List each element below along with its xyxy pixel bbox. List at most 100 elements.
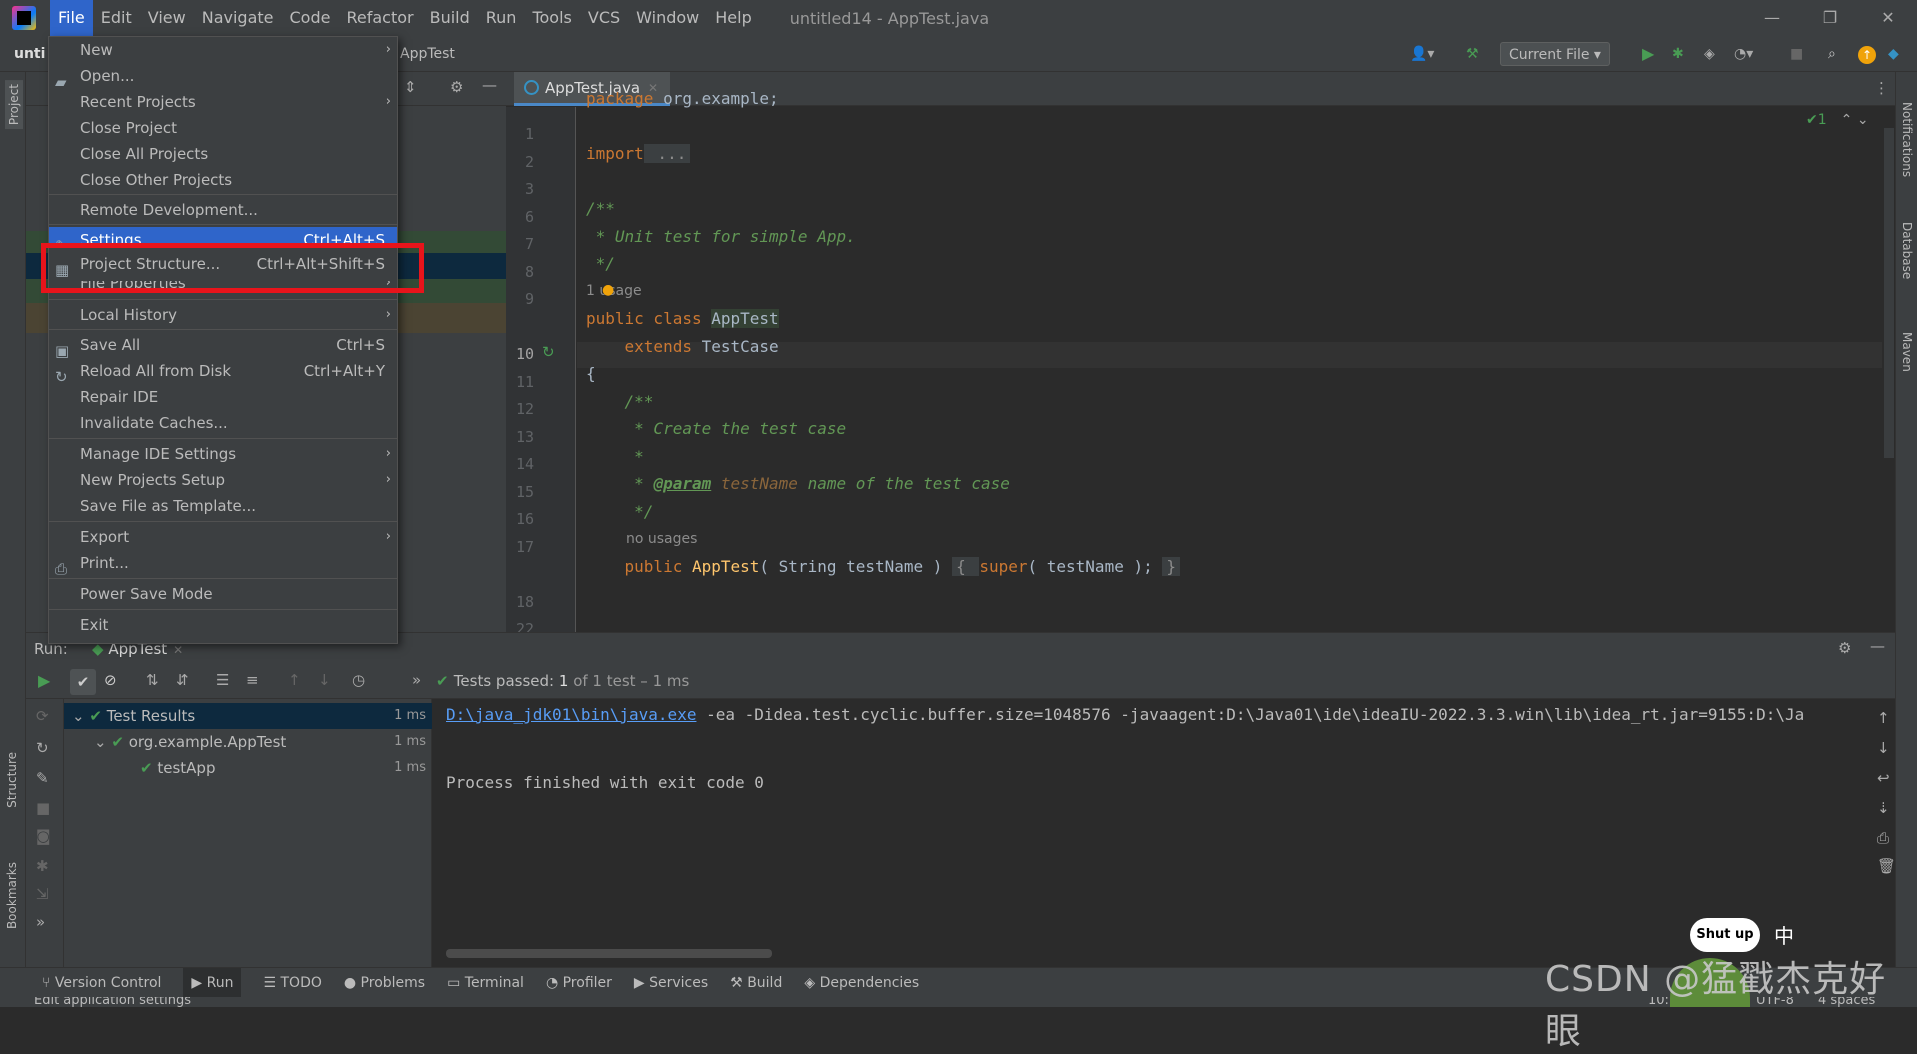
bulb-icon[interactable]: ●: [602, 282, 614, 298]
tool-todo[interactable]: ☰ TODO: [263, 975, 321, 991]
stop-icon[interactable]: ■: [36, 799, 50, 817]
database-tool-tab[interactable]: Database: [1900, 222, 1914, 279]
maven-tool-tab[interactable]: Maven: [1900, 332, 1914, 372]
menu-item-remote-development[interactable]: Remote Development...: [49, 197, 397, 223]
expand-icon[interactable]: ⌄: [94, 733, 107, 751]
menu-run[interactable]: Run: [478, 0, 525, 36]
tool-dependencies[interactable]: ◈ Dependencies: [804, 975, 919, 991]
stop-icon[interactable]: ■: [1790, 36, 1803, 72]
menu-refactor[interactable]: Refactor: [338, 0, 421, 36]
menu-item-export[interactable]: Export ›: [49, 524, 397, 550]
menu-item-new[interactable]: New ›: [49, 37, 397, 63]
user-icon[interactable]: 👤▾: [1410, 36, 1434, 72]
scroll-down-icon[interactable]: ↓: [1877, 739, 1890, 757]
scroll-to-end-icon[interactable]: ⇣: [1877, 799, 1890, 817]
tool-version-control[interactable]: ⑂ Version Control: [42, 975, 161, 991]
inspection-widget[interactable]: ✔1 ⌃ ⌄: [1806, 112, 1869, 128]
menu-item-close-other-projects[interactable]: Close Other Projects: [49, 167, 397, 193]
build-hammer-icon[interactable]: ⚒: [1466, 36, 1479, 72]
collapse-icon[interactable]: ⇕: [404, 78, 417, 96]
menu-item-print[interactable]: ⎙ Print...: [49, 550, 397, 578]
toggle-auto-test-icon[interactable]: ↻: [36, 739, 49, 757]
menu-code[interactable]: Code: [282, 0, 339, 36]
jetbrains-icon[interactable]: ◆: [1888, 36, 1899, 72]
menu-item-invalidate-caches[interactable]: Invalidate Caches...: [49, 410, 397, 436]
camera-icon[interactable]: ◙: [36, 827, 51, 845]
tree-row-test-class[interactable]: ⌄ ✔ org.example.AppTest 1 ms: [64, 729, 432, 755]
structure-tool-tab[interactable]: Structure: [5, 752, 19, 808]
hide-panel-icon[interactable]: —: [1870, 637, 1885, 655]
close-window-button[interactable]: ✕: [1859, 0, 1917, 36]
menu-item-save-as-template[interactable]: Save File as Template...: [49, 493, 397, 519]
restore-button[interactable]: ❐: [1801, 0, 1859, 36]
hide-panel-icon[interactable]: —: [482, 76, 497, 94]
project-crumb[interactable]: unti: [14, 36, 45, 72]
tool-terminal[interactable]: ▭ Terminal: [447, 975, 524, 991]
search-icon[interactable]: ⌕: [1828, 36, 1836, 72]
show-passed-icon[interactable]: ✔: [70, 669, 96, 695]
coverage-icon[interactable]: ◈: [1704, 36, 1715, 72]
menu-item-save-all[interactable]: ▣ Save All Ctrl+S: [49, 332, 397, 360]
notifications-tool-tab[interactable]: Notifications: [1900, 102, 1914, 177]
printer-icon[interactable]: ⎙: [1877, 829, 1889, 847]
more-options-icon[interactable]: ⋮: [1874, 79, 1889, 97]
soft-wrap-icon[interactable]: ↩: [1877, 769, 1890, 787]
menu-view[interactable]: View: [140, 0, 194, 36]
menu-item-new-projects-setup[interactable]: New Projects Setup ›: [49, 467, 397, 493]
gear-icon[interactable]: ⚙: [1838, 639, 1851, 657]
update-icon[interactable]: ↑: [1858, 46, 1876, 64]
rerun-icon[interactable]: ▶: [38, 671, 50, 690]
project-tool-tab[interactable]: Project: [5, 80, 23, 130]
collapse-all-icon[interactable]: ≡: [246, 671, 259, 689]
menu-edit[interactable]: Edit: [93, 0, 140, 36]
scroll-up-icon[interactable]: ↑: [1877, 709, 1890, 727]
menu-item-local-history[interactable]: Local History ›: [49, 302, 397, 328]
editor-scrollbar[interactable]: [1884, 128, 1894, 458]
debug-icon[interactable]: ✱: [1672, 36, 1684, 72]
console-h-scrollbar[interactable]: [446, 949, 772, 958]
gear-icon[interactable]: ⚙: [450, 78, 463, 96]
menu-item-recent-projects[interactable]: Recent Projects ›: [49, 89, 397, 115]
tool-build[interactable]: ⚒ Build: [730, 975, 782, 991]
run-icon[interactable]: ▶: [1642, 36, 1654, 72]
menu-build[interactable]: Build: [422, 0, 478, 36]
intellij-logo-icon[interactable]: [12, 6, 36, 30]
no-usages-hint[interactable]: no usages: [626, 531, 697, 547]
menu-file[interactable]: File: [50, 0, 93, 36]
java-exe-link[interactable]: D:\java_jdk01\bin\java.exe: [446, 705, 696, 724]
menu-vcs[interactable]: VCS: [580, 0, 628, 36]
next-failed-icon[interactable]: ↓: [318, 671, 331, 689]
rerun-failed-icon[interactable]: ⟳: [36, 707, 49, 725]
sort-duration-icon[interactable]: ⇵: [176, 671, 189, 689]
tool-problems[interactable]: ● Problems: [344, 975, 425, 991]
run-gutter-icon[interactable]: ↻: [542, 343, 555, 361]
show-ignored-icon[interactable]: ⊘: [104, 671, 117, 689]
trash-icon[interactable]: 🗑: [1877, 857, 1896, 875]
menu-help[interactable]: Help: [707, 0, 759, 36]
more-icon[interactable]: »: [412, 671, 421, 689]
menu-tools[interactable]: Tools: [524, 0, 579, 36]
expand-all-icon[interactable]: ☰: [216, 671, 229, 689]
menu-item-close-project[interactable]: Close Project: [49, 115, 397, 141]
close-tab-icon[interactable]: ✕: [173, 643, 183, 657]
tree-row-test-method[interactable]: ✔ testApp 1 ms: [64, 755, 432, 781]
menu-item-power-save-mode[interactable]: Power Save Mode: [49, 581, 397, 607]
menu-item-close-all-projects[interactable]: Close All Projects: [49, 141, 397, 167]
file-crumb[interactable]: AppTest: [400, 36, 455, 72]
tool-services[interactable]: ▶ Services: [634, 975, 708, 991]
menu-item-manage-ide-settings[interactable]: Manage IDE Settings ›: [49, 441, 397, 467]
tree-row-test-results[interactable]: ⌄ ✔ Test Results 1 ms: [64, 703, 432, 729]
menu-item-repair-ide[interactable]: Repair IDE: [49, 384, 397, 410]
debug-icon[interactable]: ✱: [36, 857, 49, 875]
menu-item-open[interactable]: ▰ Open...: [49, 63, 397, 91]
sort-alpha-icon[interactable]: ⇅: [146, 671, 159, 689]
tool-profiler[interactable]: ◔ Profiler: [546, 975, 612, 991]
folded-imports[interactable]: ...: [643, 144, 691, 163]
menu-item-reload-all[interactable]: ↻ Reload All from Disk Ctrl+Alt+Y: [49, 358, 397, 386]
menu-window[interactable]: Window: [628, 0, 707, 36]
run-config-select[interactable]: Current File ▾: [1500, 42, 1610, 66]
prev-failed-icon[interactable]: ↑: [288, 671, 301, 689]
menu-navigate[interactable]: Navigate: [194, 0, 282, 36]
settings-wrench-icon[interactable]: ✎: [36, 769, 49, 787]
tool-run[interactable]: ▶ Run: [183, 967, 242, 998]
